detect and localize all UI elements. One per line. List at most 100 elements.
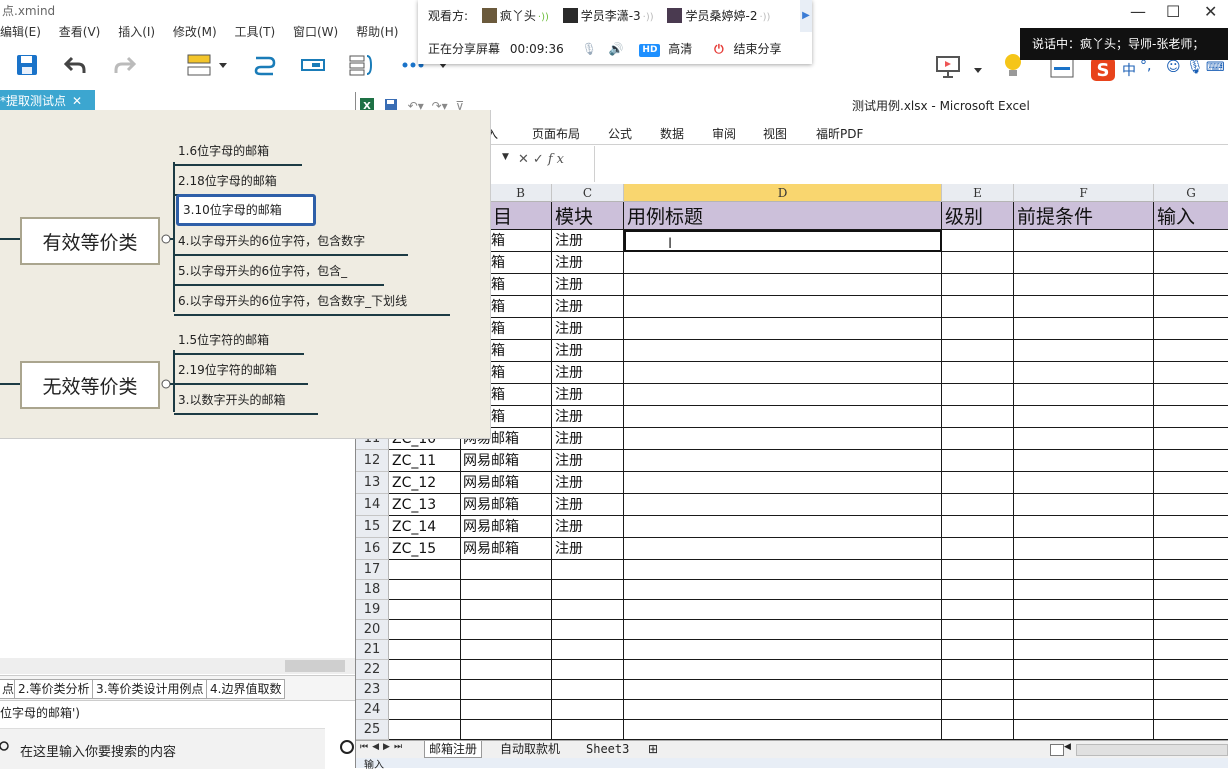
- menu-edit[interactable]: 编辑(E): [0, 25, 41, 39]
- cell-input[interactable]: [1154, 580, 1228, 600]
- cell-level[interactable]: [942, 660, 1014, 680]
- mindmap-canvas[interactable]: 有效等价类 无效等价类 1.6位字母的邮箱 2.18位字母的邮箱 3.10位字母…: [0, 110, 491, 439]
- tab-foxit-pdf[interactable]: 福昕PDF: [816, 125, 863, 142]
- cell-precondition[interactable]: [1014, 640, 1154, 660]
- cell-level[interactable]: [942, 472, 1014, 494]
- xmind-sheet-tab-4[interactable]: 4.边界值取数: [206, 679, 286, 699]
- subtopic-invalid-2[interactable]: 2.19位字符的邮箱: [174, 359, 308, 385]
- cell-precondition[interactable]: [1014, 600, 1154, 620]
- cell-title[interactable]: [624, 538, 942, 560]
- hd-badge[interactable]: HD: [639, 44, 661, 57]
- cell-precondition[interactable]: [1014, 580, 1154, 600]
- cell-precondition[interactable]: [1014, 428, 1154, 450]
- row-header[interactable]: 22: [356, 660, 389, 680]
- header-cell-precondition[interactable]: 前提条件: [1014, 202, 1154, 230]
- cell-module[interactable]: 注册: [552, 274, 624, 296]
- cell-input[interactable]: [1154, 384, 1228, 406]
- column-header-f[interactable]: F: [1014, 184, 1154, 202]
- relationship-icon[interactable]: [250, 50, 280, 80]
- cell-input[interactable]: [1154, 340, 1228, 362]
- scroll-left-icon[interactable]: ◀: [1064, 742, 1071, 752]
- name-box-dropdown-icon[interactable]: ▼: [502, 152, 509, 162]
- panel-icon[interactable]: [1050, 58, 1074, 81]
- column-header-c[interactable]: C: [552, 184, 624, 202]
- row-header[interactable]: 14: [356, 494, 389, 516]
- menu-modify[interactable]: 修改(M): [173, 25, 217, 39]
- cell-module[interactable]: 注册: [552, 252, 624, 274]
- topic-invalid-equivalence[interactable]: 无效等价类: [20, 361, 160, 409]
- cell-precondition[interactable]: [1014, 296, 1154, 318]
- cell-level[interactable]: [942, 296, 1014, 318]
- xmind-sheet-tab-3[interactable]: 3.等价类设计用例点: [92, 679, 208, 699]
- cell-precondition[interactable]: [1014, 406, 1154, 428]
- boundary-icon[interactable]: [346, 50, 376, 80]
- header-cell-title[interactable]: 用例标题: [624, 202, 942, 230]
- cell-input[interactable]: [1154, 620, 1228, 640]
- cell-precondition[interactable]: [1014, 620, 1154, 640]
- save-icon[interactable]: [12, 50, 42, 80]
- cell-id[interactable]: [389, 720, 461, 740]
- cell-precondition[interactable]: [1014, 318, 1154, 340]
- cell-level[interactable]: [942, 340, 1014, 362]
- cell-input[interactable]: [1154, 538, 1228, 560]
- cell-level[interactable]: [942, 600, 1014, 620]
- subtopic-valid-4[interactable]: 4.以字母开头的6位字符，包含数字: [174, 230, 408, 256]
- cell-module[interactable]: 注册: [552, 384, 624, 406]
- cortana-icon[interactable]: [338, 738, 354, 756]
- row-header[interactable]: 23: [356, 680, 389, 700]
- cell-title[interactable]: [624, 362, 942, 384]
- cell-title[interactable]: [624, 580, 942, 600]
- cell-precondition[interactable]: [1014, 560, 1154, 580]
- cell-module[interactable]: [552, 640, 624, 660]
- cell-project[interactable]: 网易邮箱: [461, 450, 552, 472]
- cell-module[interactable]: [552, 700, 624, 720]
- menu-tools[interactable]: 工具(T): [234, 25, 275, 39]
- cell-input[interactable]: [1154, 560, 1228, 580]
- cell-title[interactable]: [624, 472, 942, 494]
- tab-review[interactable]: 审阅: [712, 125, 736, 142]
- tab-view[interactable]: 视图: [763, 125, 787, 142]
- cell-level[interactable]: [942, 720, 1014, 740]
- cell-level[interactable]: [942, 680, 1014, 700]
- cell-input[interactable]: [1154, 362, 1228, 384]
- xmind-sheet-tab-2[interactable]: 2.等价类分析: [14, 679, 94, 699]
- cell-level[interactable]: [942, 252, 1014, 274]
- cell-project[interactable]: 网易邮箱: [461, 538, 552, 560]
- cell-precondition[interactable]: [1014, 700, 1154, 720]
- row-header[interactable]: 19: [356, 600, 389, 620]
- chevron-down-icon[interactable]: [974, 62, 982, 76]
- subtopic-valid-5[interactable]: 5.以字母开头的6位字符，包含_: [174, 260, 384, 286]
- cell-precondition[interactable]: [1014, 494, 1154, 516]
- end-share-button[interactable]: 结束分享: [733, 42, 781, 56]
- tab-page-layout[interactable]: 页面布局: [532, 125, 580, 142]
- cell-title[interactable]: [624, 428, 942, 450]
- cell-module[interactable]: 注册: [552, 362, 624, 384]
- power-icon[interactable]: ⏻: [714, 42, 724, 56]
- row-header[interactable]: 15: [356, 516, 389, 538]
- menu-insert[interactable]: 插入(I): [118, 25, 155, 39]
- sheet-tab-atm[interactable]: 自动取款机: [496, 741, 564, 757]
- cell-id[interactable]: [389, 680, 461, 700]
- cell-id[interactable]: ZC_12: [389, 472, 461, 494]
- cell-module[interactable]: 注册: [552, 494, 624, 516]
- cell-module[interactable]: [552, 660, 624, 680]
- cell-title[interactable]: [624, 296, 942, 318]
- tab-formulas[interactable]: 公式: [608, 125, 632, 142]
- cell-id[interactable]: [389, 620, 461, 640]
- cell-input[interactable]: [1154, 600, 1228, 620]
- row-header[interactable]: 13: [356, 472, 389, 494]
- maximize-icon[interactable]: ☐: [1166, 2, 1180, 21]
- cell-module[interactable]: 注册: [552, 340, 624, 362]
- cell-title[interactable]: [624, 680, 942, 700]
- cell-level[interactable]: [942, 700, 1014, 720]
- close-icon[interactable]: ✕: [72, 94, 82, 108]
- row-header[interactable]: 18: [356, 580, 389, 600]
- cell-title[interactable]: [624, 406, 942, 428]
- xmind-horizontal-scrollbar[interactable]: [0, 658, 355, 674]
- column-header-b[interactable]: B: [490, 184, 552, 202]
- subtopic-valid-1[interactable]: 1.6位字母的邮箱: [174, 140, 302, 166]
- cell-title[interactable]: [624, 516, 942, 538]
- menu-window[interactable]: 窗口(W): [293, 25, 338, 39]
- punctuation-icon[interactable]: °,: [1140, 58, 1151, 74]
- cell-level[interactable]: [942, 538, 1014, 560]
